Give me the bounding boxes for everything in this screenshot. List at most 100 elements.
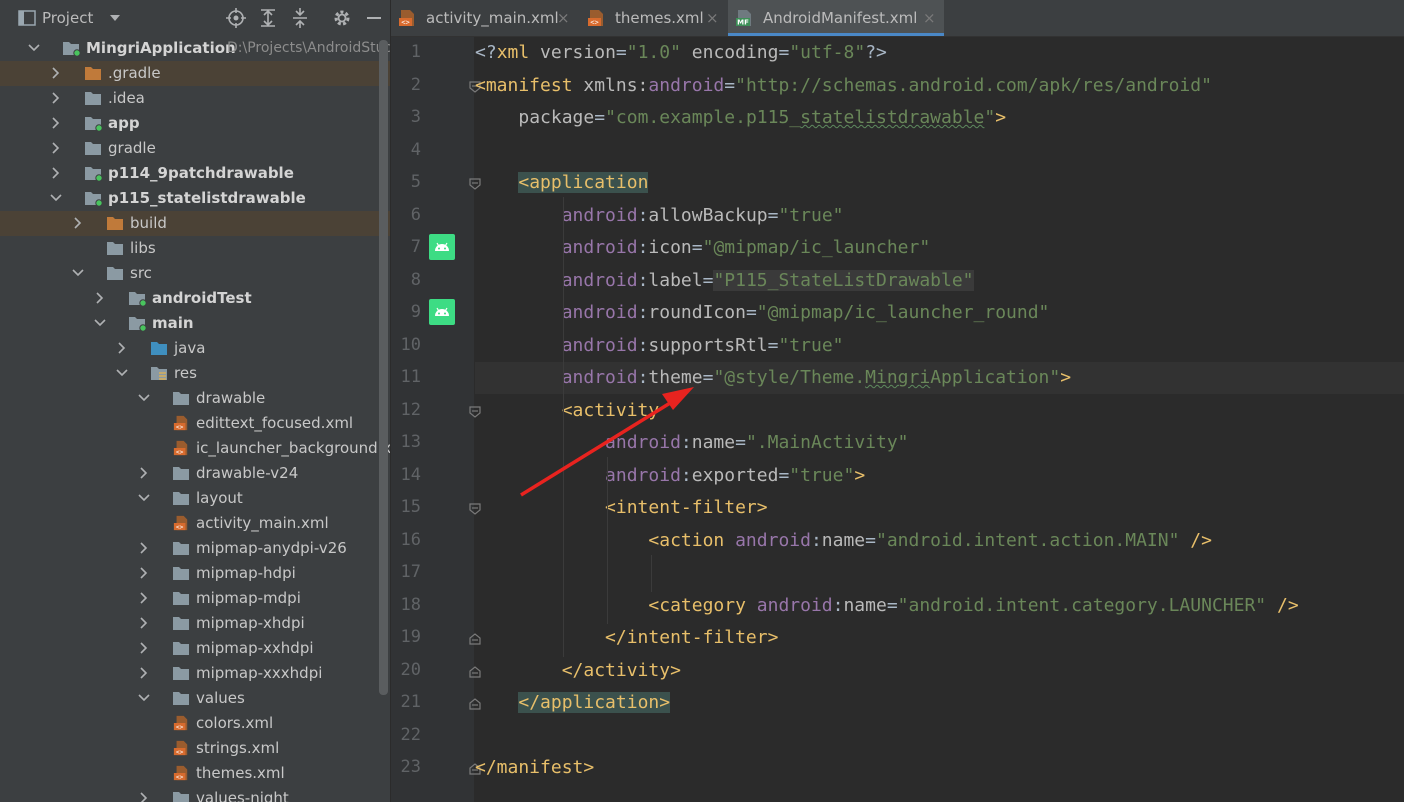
chevron-right-icon[interactable] bbox=[50, 91, 62, 105]
code-line[interactable]: <application bbox=[475, 167, 649, 199]
code-line[interactable]: android:allowBackup="true" bbox=[475, 200, 844, 232]
locate-icon[interactable] bbox=[226, 8, 246, 28]
chevron-right-icon[interactable] bbox=[138, 616, 150, 630]
tab-close-icon[interactable]: × bbox=[923, 9, 936, 27]
folder-icon bbox=[173, 667, 189, 680]
code-line[interactable]: <manifest xmlns:android="http://schemas.… bbox=[475, 70, 1212, 102]
chevron-right-icon[interactable] bbox=[138, 566, 150, 580]
chevron-right-icon[interactable] bbox=[72, 216, 84, 230]
chevron-right-icon[interactable] bbox=[50, 166, 62, 180]
expand-all-icon[interactable] bbox=[258, 8, 278, 28]
tree-node[interactable]: values-night bbox=[0, 786, 390, 802]
code-line[interactable]: android:label="P115_StateListDrawable" bbox=[475, 265, 974, 297]
tree-node[interactable]: .idea bbox=[0, 86, 390, 111]
code-token: = bbox=[702, 367, 714, 388]
tree-node[interactable]: p115_statelistdrawable bbox=[0, 186, 390, 211]
code-line[interactable]: android:roundIcon="@mipmap/ic_launcher_r… bbox=[475, 297, 1050, 329]
tree-node[interactable]: mipmap-mdpi bbox=[0, 586, 390, 611]
tree-node[interactable]: <> themes.xml bbox=[0, 761, 390, 786]
chevron-right-icon[interactable] bbox=[138, 791, 150, 802]
tree-node[interactable]: res bbox=[0, 361, 390, 386]
view-dropdown-icon[interactable] bbox=[109, 14, 121, 22]
code-line[interactable]: android:icon="@mipmap/ic_launcher" bbox=[475, 232, 930, 264]
code-line[interactable]: android:name=".MainActivity" bbox=[475, 427, 908, 459]
collapse-all-icon[interactable] bbox=[290, 8, 310, 28]
chevron-down-icon[interactable] bbox=[50, 191, 62, 205]
chevron-right-icon[interactable] bbox=[50, 66, 62, 80]
tab-themes[interactable]: <> themes.xml × bbox=[580, 0, 726, 36]
chevron-down-icon[interactable] bbox=[138, 491, 150, 505]
chevron-down-icon[interactable] bbox=[94, 316, 106, 330]
chevron-down-icon[interactable] bbox=[138, 691, 150, 705]
chevron-right-icon[interactable] bbox=[138, 641, 150, 655]
tree-node[interactable]: values bbox=[0, 686, 390, 711]
code-area[interactable]: <?xml version="1.0" encoding="utf-8"?> <m… bbox=[475, 37, 1404, 802]
tree-node[interactable]: drawable bbox=[0, 386, 390, 411]
chevron-down-icon[interactable] bbox=[116, 366, 128, 380]
tree-node[interactable]: main bbox=[0, 311, 390, 336]
tree-node[interactable]: layout bbox=[0, 486, 390, 511]
tab-android-manifest[interactable]: MF AndroidManifest.xml × bbox=[728, 0, 944, 36]
code-line[interactable]: </manifest> bbox=[475, 752, 594, 784]
code-line[interactable]: </activity> bbox=[475, 655, 681, 687]
tree-node[interactable]: <> activity_main.xml bbox=[0, 511, 390, 536]
chevron-right-icon[interactable] bbox=[116, 341, 128, 355]
tree-node[interactable]: <> edittext_focused.xml bbox=[0, 411, 390, 436]
code-line[interactable]: <?xml version="1.0" encoding="utf-8"?> bbox=[475, 37, 887, 69]
editor-gutter[interactable]: 1 2 3 4 5 6 7 8 9 10 11 12 13 14 15 16 17 18 19 20 21 22 23 bbox=[391, 37, 481, 802]
tab-activity-main[interactable]: <> activity_main.xml × bbox=[391, 0, 578, 36]
chevron-down-icon[interactable] bbox=[72, 266, 84, 280]
chevron-right-icon[interactable] bbox=[138, 541, 150, 555]
tree-node[interactable]: p114_9patchdrawable bbox=[0, 161, 390, 186]
tree-node[interactable]: mipmap-xhdpi bbox=[0, 611, 390, 636]
tree-node[interactable]: libs bbox=[0, 236, 390, 261]
code-line[interactable]: <category android:name="android.intent.c… bbox=[475, 590, 1298, 622]
tree-node[interactable]: mipmap-anydpi-v26 bbox=[0, 536, 390, 561]
gear-icon[interactable] bbox=[332, 8, 352, 28]
tree-node-label: mipmap-xhdpi bbox=[196, 614, 305, 632]
code-line[interactable]: package="com.example.p115_statelistdrawa… bbox=[475, 102, 1006, 134]
chevron-right-icon[interactable] bbox=[138, 466, 150, 480]
tab-close-icon[interactable]: × bbox=[706, 9, 719, 27]
tree-node[interactable]: .gradle bbox=[0, 61, 390, 86]
tree-node[interactable]: <> ic_launcher_background.xml bbox=[0, 436, 390, 461]
code-line[interactable]: android:theme="@style/Theme.MingriApplic… bbox=[475, 362, 1404, 394]
tree-node-label: androidTest bbox=[152, 289, 252, 307]
code-line[interactable]: <activity bbox=[475, 395, 660, 427]
code-token: : bbox=[810, 529, 822, 551]
chevron-right-icon[interactable] bbox=[50, 116, 62, 130]
tree-node[interactable]: androidTest bbox=[0, 286, 390, 311]
chevron-right-icon[interactable] bbox=[138, 591, 150, 605]
code-line[interactable]: </application> bbox=[475, 687, 671, 719]
tree-node[interactable]: java bbox=[0, 336, 390, 361]
tree-node[interactable]: <> colors.xml bbox=[0, 711, 390, 736]
tree-node[interactable]: drawable-v24 bbox=[0, 461, 390, 486]
code-line[interactable]: </intent-filter> bbox=[475, 622, 778, 654]
tree-node[interactable]: mipmap-hdpi bbox=[0, 561, 390, 586]
chevron-down-icon[interactable] bbox=[138, 391, 150, 405]
android-icon[interactable] bbox=[429, 234, 455, 260]
code-token: = bbox=[886, 594, 898, 616]
tree-node[interactable]: MingriApplication D:\Projects\AndroidStud… bbox=[0, 36, 390, 61]
tree-node[interactable]: app bbox=[0, 111, 390, 136]
tab-close-icon[interactable]: × bbox=[557, 9, 570, 27]
tree-node[interactable]: mipmap-xxxhdpi bbox=[0, 661, 390, 686]
tree-scrollbar[interactable] bbox=[379, 40, 388, 695]
tree-node[interactable]: gradle bbox=[0, 136, 390, 161]
tree-node[interactable]: <> strings.xml bbox=[0, 736, 390, 761]
minimize-icon[interactable] bbox=[364, 8, 384, 28]
chevron-down-icon[interactable] bbox=[28, 41, 40, 55]
android-icon[interactable] bbox=[429, 299, 455, 325]
chevron-right-icon[interactable] bbox=[94, 291, 106, 305]
tree-node[interactable]: mipmap-xxhdpi bbox=[0, 636, 390, 661]
code-line[interactable]: android:supportsRtl="true" bbox=[475, 330, 844, 362]
project-view-title[interactable]: Project bbox=[42, 9, 93, 27]
code-line[interactable]: <intent-filter> bbox=[475, 492, 768, 524]
chevron-right-icon[interactable] bbox=[138, 666, 150, 680]
chevron-right-icon[interactable] bbox=[50, 141, 62, 155]
code-line[interactable]: android:exported="true"> bbox=[475, 460, 865, 492]
tree-node[interactable]: src bbox=[0, 261, 390, 286]
code-line[interactable]: <action android:name="android.intent.act… bbox=[475, 525, 1212, 557]
tree-node[interactable]: build bbox=[0, 211, 390, 236]
